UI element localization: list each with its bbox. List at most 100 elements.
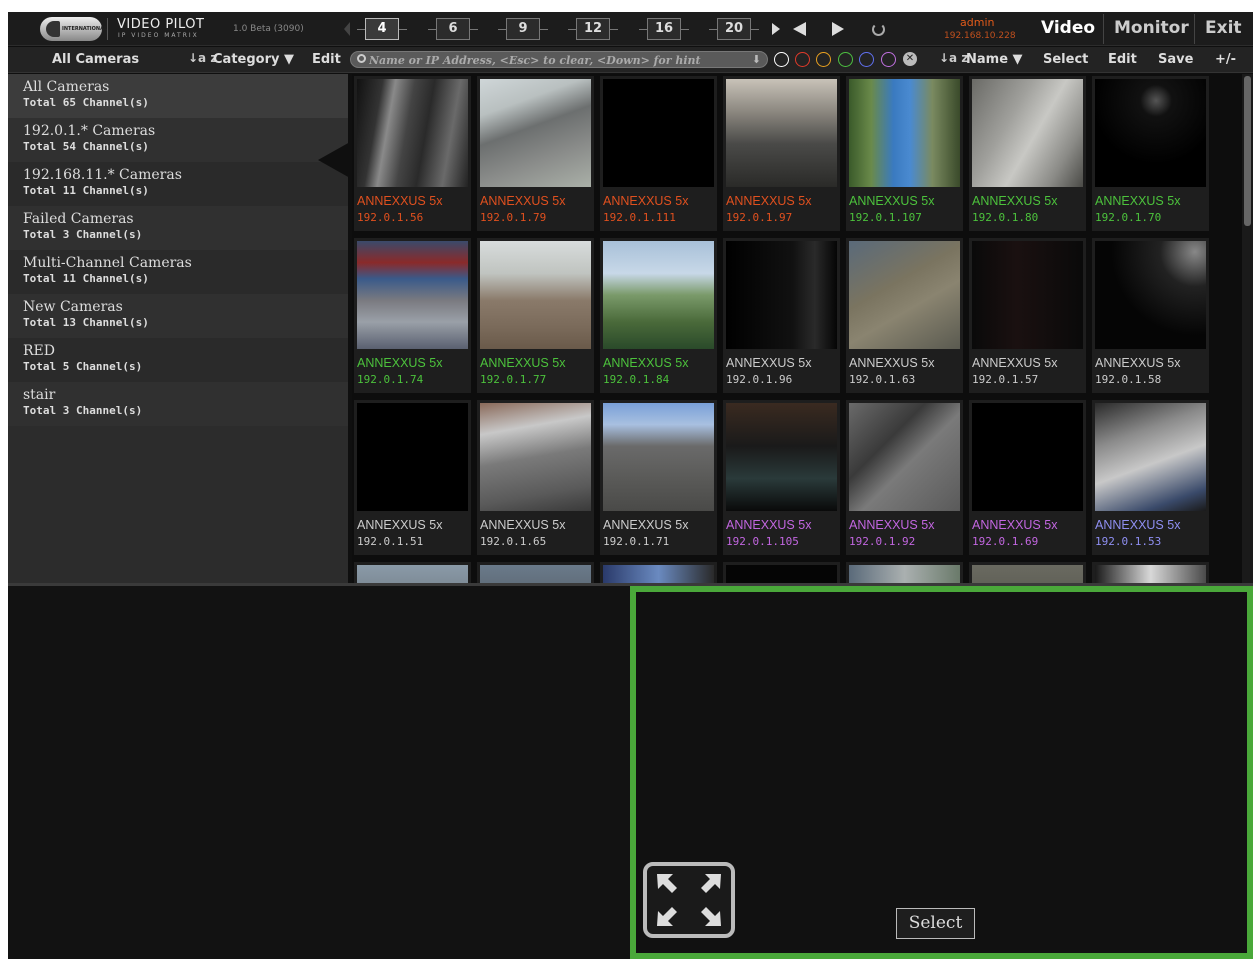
camera-tile[interactable]: ANNEXXUS 5x 192.0.1.56 (354, 76, 471, 231)
category-item[interactable]: Failed Cameras Total 3 Channel(s) (8, 206, 348, 250)
camera-thumbnail (849, 241, 960, 349)
grid-scrollbar-thumb[interactable] (1244, 76, 1251, 226)
camera-thumbnail (972, 79, 1083, 187)
edit-categories-button[interactable]: Edit (312, 52, 341, 67)
category-sort-button[interactable]: Category ▼ (213, 52, 294, 67)
select-button[interactable]: Select (1043, 52, 1088, 67)
camera-ip: 192.0.1.69 (972, 535, 1039, 548)
search-input[interactable] (369, 53, 749, 67)
company-logo: INTERNATIONAL (40, 17, 107, 41)
viewer-select-button[interactable]: Select (896, 908, 975, 939)
camera-tile[interactable]: ANNEXXUS 5x 192.0.1.63 (846, 238, 963, 393)
camera-tile[interactable]: ANNEXXUS 5x 192.0.1.53 (1092, 400, 1209, 555)
monitor-mode-button[interactable]: Monitor (1114, 18, 1189, 38)
camera-ip: 192.0.1.80 (972, 211, 1039, 224)
camera-tile[interactable] (969, 562, 1086, 583)
layout-12-button[interactable]: 12 (568, 18, 618, 40)
add-remove-button[interactable]: +/- (1215, 52, 1236, 67)
camera-tile[interactable]: ANNEXXUS 5x 192.0.1.74 (354, 238, 471, 393)
camera-tile[interactable] (477, 562, 594, 583)
category-item[interactable]: 192.0.1.* Cameras Total 54 Channel(s) (8, 118, 348, 162)
camera-ip: 192.0.1.51 (357, 535, 424, 548)
camera-ip: 192.0.1.77 (480, 373, 547, 386)
camera-tile[interactable]: ANNEXXUS 5x 192.0.1.105 (723, 400, 840, 555)
category-item[interactable]: 192.168.11.* Cameras Total 11 Channel(s) (8, 162, 348, 206)
camera-name: ANNEXXUS 5x (972, 194, 1058, 208)
name-sort-button[interactable]: Name ▼ (966, 52, 1023, 67)
category-count: Total 11 Channel(s) (23, 184, 149, 197)
camera-ip: 192.0.1.65 (480, 535, 547, 548)
camera-tile[interactable]: ANNEXXUS 5x 192.0.1.97 (723, 76, 840, 231)
video-pane-left[interactable] (8, 586, 630, 959)
layout-9-button[interactable]: 9 (498, 18, 548, 40)
color-filter-white[interactable] (774, 52, 789, 67)
camera-tile[interactable] (723, 562, 840, 583)
prev-layout-arrow-icon[interactable] (344, 22, 350, 36)
category-item[interactable]: Multi-Channel Cameras Total 11 Channel(s… (8, 250, 348, 294)
layout-4-button[interactable]: 4 (357, 18, 407, 40)
category-name: stair (23, 387, 56, 403)
camera-ip: 192.0.1.84 (603, 373, 670, 386)
camera-ip: 192.0.1.56 (357, 211, 424, 224)
camera-ip: 192.0.1.53 (1095, 535, 1162, 548)
camera-thumbnail (357, 241, 468, 349)
color-filter-orange[interactable] (816, 52, 831, 67)
color-filter-blue[interactable] (859, 52, 874, 67)
camera-tile[interactable]: ANNEXXUS 5x 192.0.1.79 (477, 76, 594, 231)
camera-name: ANNEXXUS 5x (726, 194, 812, 208)
camera-tile[interactable]: ANNEXXUS 5x 192.0.1.84 (600, 238, 717, 393)
next-arrow-icon[interactable] (772, 23, 780, 35)
camera-tile[interactable]: ANNEXXUS 5x 192.0.1.71 (600, 400, 717, 555)
category-item[interactable]: RED Total 5 Channel(s) (8, 338, 348, 382)
search-icon (357, 54, 366, 63)
camera-thumbnail (1095, 403, 1206, 511)
camera-tile[interactable] (846, 562, 963, 583)
camera-ip: 192.0.1.58 (1095, 373, 1162, 386)
camera-ip: 192.0.1.107 (849, 211, 922, 224)
search-hint-down-icon[interactable]: ⬇ (752, 53, 761, 66)
camera-name: ANNEXXUS 5x (603, 356, 689, 370)
edit-cameras-button[interactable]: Edit (1108, 52, 1137, 67)
camera-tile[interactable]: ANNEXXUS 5x 192.0.1.51 (354, 400, 471, 555)
color-filter-red[interactable] (795, 52, 810, 67)
category-count: Total 54 Channel(s) (23, 140, 149, 153)
save-button[interactable]: Save (1158, 52, 1193, 67)
camera-tile[interactable]: ANNEXXUS 5x 192.0.1.70 (1092, 76, 1209, 231)
category-sidebar: All Cameras Total 65 Channel(s) 192.0.1.… (8, 74, 350, 583)
camera-tile[interactable]: ANNEXXUS 5x 192.0.1.107 (846, 76, 963, 231)
clear-color-filter-icon[interactable]: ✕ (903, 52, 917, 66)
camera-tile[interactable]: ANNEXXUS 5x 192.0.1.96 (723, 238, 840, 393)
camera-tile[interactable]: ANNEXXUS 5x 192.0.1.65 (477, 400, 594, 555)
category-item[interactable]: All Cameras Total 65 Channel(s) (8, 74, 348, 118)
layout-6-button[interactable]: 6 (428, 18, 478, 40)
camera-tile[interactable]: ANNEXXUS 5x 192.0.1.80 (969, 76, 1086, 231)
color-filter-green[interactable] (838, 52, 853, 67)
camera-tile[interactable] (600, 562, 717, 583)
sort-az-icon[interactable]: ↓a z (939, 51, 968, 65)
fullscreen-toggle-button[interactable] (643, 862, 735, 938)
category-item[interactable]: New Cameras Total 13 Channel(s) (8, 294, 348, 338)
user-name: admin (960, 16, 995, 29)
camera-tile[interactable]: ANNEXXUS 5x 192.0.1.77 (477, 238, 594, 393)
user-ip: 192.168.10.228 (944, 31, 1016, 41)
back-arrow-icon[interactable] (793, 22, 806, 36)
camera-thumbnail (480, 241, 591, 349)
camera-tile[interactable]: ANNEXXUS 5x 192.0.1.92 (846, 400, 963, 555)
layout-20-button[interactable]: 20 (709, 18, 759, 40)
camera-tile[interactable] (354, 562, 471, 583)
category-count: Total 3 Channel(s) (23, 228, 143, 241)
category-item[interactable]: stair Total 3 Channel(s) (8, 382, 348, 426)
camera-tile[interactable]: ANNEXXUS 5x 192.0.1.111 (600, 76, 717, 231)
video-mode-button[interactable]: Video (1041, 18, 1095, 38)
category-name: 192.0.1.* Cameras (23, 123, 156, 139)
camera-tile[interactable]: ANNEXXUS 5x 192.0.1.58 (1092, 238, 1209, 393)
forward-arrow-icon[interactable] (832, 22, 844, 36)
camera-tile[interactable]: ANNEXXUS 5x 192.0.1.69 (969, 400, 1086, 555)
color-filter-purple[interactable] (881, 52, 896, 67)
refresh-icon[interactable] (872, 23, 885, 36)
camera-name: ANNEXXUS 5x (1095, 518, 1181, 532)
camera-tile[interactable]: ANNEXXUS 5x 192.0.1.57 (969, 238, 1086, 393)
camera-tile[interactable] (1092, 562, 1209, 583)
layout-16-button[interactable]: 16 (639, 18, 689, 40)
exit-button[interactable]: Exit (1205, 18, 1242, 38)
